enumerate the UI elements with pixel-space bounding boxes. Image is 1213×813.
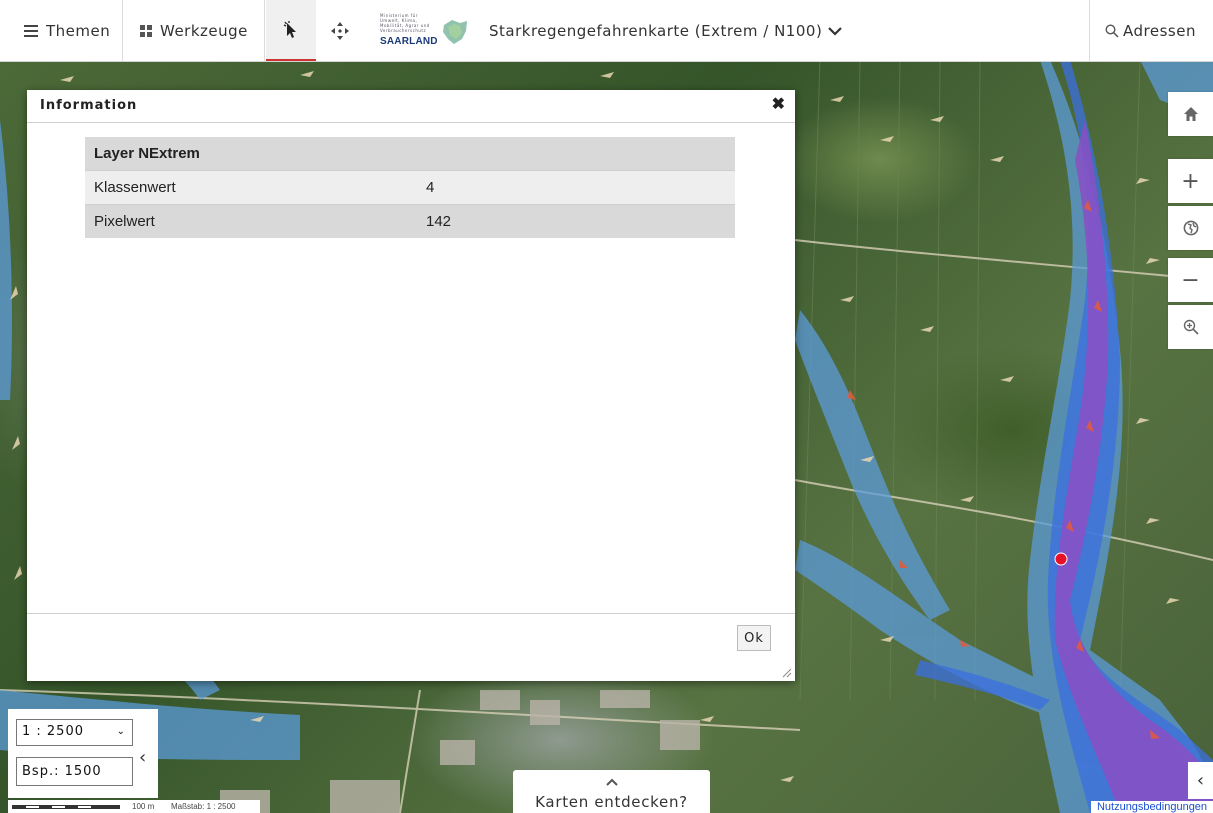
information-dialog: Information ✖ Layer NExtrem Klassenwert …: [27, 90, 795, 681]
top-toolbar: Themen Werkzeuge Ministerium für Umwelt,…: [0, 0, 1213, 62]
scale-input-placeholder: Bsp.: 1500: [22, 764, 102, 779]
themen-button[interactable]: Themen: [0, 0, 122, 61]
dialog-title: Information: [40, 98, 138, 113]
toolbar-divider: [122, 0, 123, 61]
logo-wordmark: SAARLAND: [380, 35, 438, 47]
saarland-map-icon: [443, 19, 467, 44]
werkzeuge-button[interactable]: Werkzeuge: [124, 0, 264, 61]
terms-link[interactable]: Nutzungsbedingungen: [1091, 801, 1213, 813]
adressen-search-button[interactable]: Adressen: [1089, 0, 1213, 61]
row-value: 142: [417, 204, 735, 238]
logo-box: Ministerium für Umwelt, Klima, Mobilität…: [380, 11, 468, 51]
discover-maps-button[interactable]: Karten entdecken?: [513, 770, 710, 813]
table-row: Klassenwert 4: [85, 170, 735, 205]
scale-input[interactable]: Bsp.: 1500: [16, 757, 133, 786]
zoom-in-button[interactable]: +: [1168, 159, 1213, 203]
zoom-out-button[interactable]: −: [1168, 258, 1213, 302]
table-row: Pixelwert 142: [85, 204, 735, 238]
row-key: Pixelwert: [85, 204, 417, 238]
scale-select-value: 1 : 2500: [22, 724, 84, 739]
scale-panel: 1 : 2500 ⌄ Bsp.: 1500 ‹: [8, 709, 158, 798]
zoom-in-icon: +: [1181, 168, 1200, 194]
werkzeuge-label: Werkzeuge: [160, 21, 248, 40]
info-table: Layer NExtrem Klassenwert 4 Pixelwert 14…: [85, 137, 735, 238]
map-title: Starkregengefahrenkarte (Extrem / N100): [489, 21, 823, 40]
pan-tool-button[interactable]: [318, 0, 362, 61]
chevron-up-icon: [513, 775, 710, 789]
close-icon[interactable]: ✖: [772, 94, 785, 114]
table-header: Layer NExtrem: [85, 137, 735, 171]
row-key: Klassenwert: [85, 170, 417, 205]
ok-button[interactable]: Ok: [737, 625, 771, 651]
zoom-out-icon: −: [1181, 267, 1200, 293]
home-button[interactable]: [1168, 92, 1213, 136]
pointer-info-icon: [283, 20, 296, 38]
dialog-header-divider: [27, 122, 795, 123]
scale-select[interactable]: 1 : 2500 ⌄: [16, 719, 133, 746]
row-value: 4: [417, 170, 735, 205]
home-icon: [1183, 107, 1198, 121]
grid-icon: [140, 24, 152, 37]
scale-bar-graphic: [12, 805, 120, 809]
chevron-down-icon: ⌄: [116, 726, 126, 737]
zoom-box-icon: [1183, 319, 1199, 335]
discover-maps-label: Karten entdecken?: [535, 793, 688, 811]
globe-icon: [1183, 220, 1198, 236]
chevron-down-icon: [828, 26, 843, 36]
map-title-dropdown[interactable]: Starkregengefahrenkarte (Extrem / N100): [489, 0, 1009, 61]
zoom-box-button[interactable]: [1168, 305, 1213, 349]
logo-ministry-text: Ministerium für Umwelt, Klima, Mobilität…: [380, 12, 430, 33]
globe-button[interactable]: [1168, 206, 1213, 250]
themen-label: Themen: [46, 21, 111, 40]
scale-bar: 100 m Maßstab: 1 : 2500: [8, 800, 260, 813]
resize-handle-icon[interactable]: [782, 668, 792, 678]
dialog-footer-divider: [27, 613, 795, 614]
toolbar-divider: [264, 0, 265, 61]
adressen-label: Adressen: [1123, 21, 1196, 40]
saarland-logo[interactable]: Ministerium für Umwelt, Klima, Mobilität…: [380, 0, 480, 61]
menu-icon: [24, 22, 38, 40]
scale-distance: 100 m: [132, 802, 155, 811]
pan-icon: [331, 21, 349, 40]
info-select-tool-button[interactable]: [266, 0, 316, 61]
chevron-left-icon[interactable]: ‹: [1188, 762, 1213, 799]
search-icon: [1105, 23, 1119, 38]
chevron-left-icon[interactable]: ‹: [139, 747, 146, 768]
scale-text: Maßstab: 1 : 2500: [171, 802, 236, 811]
